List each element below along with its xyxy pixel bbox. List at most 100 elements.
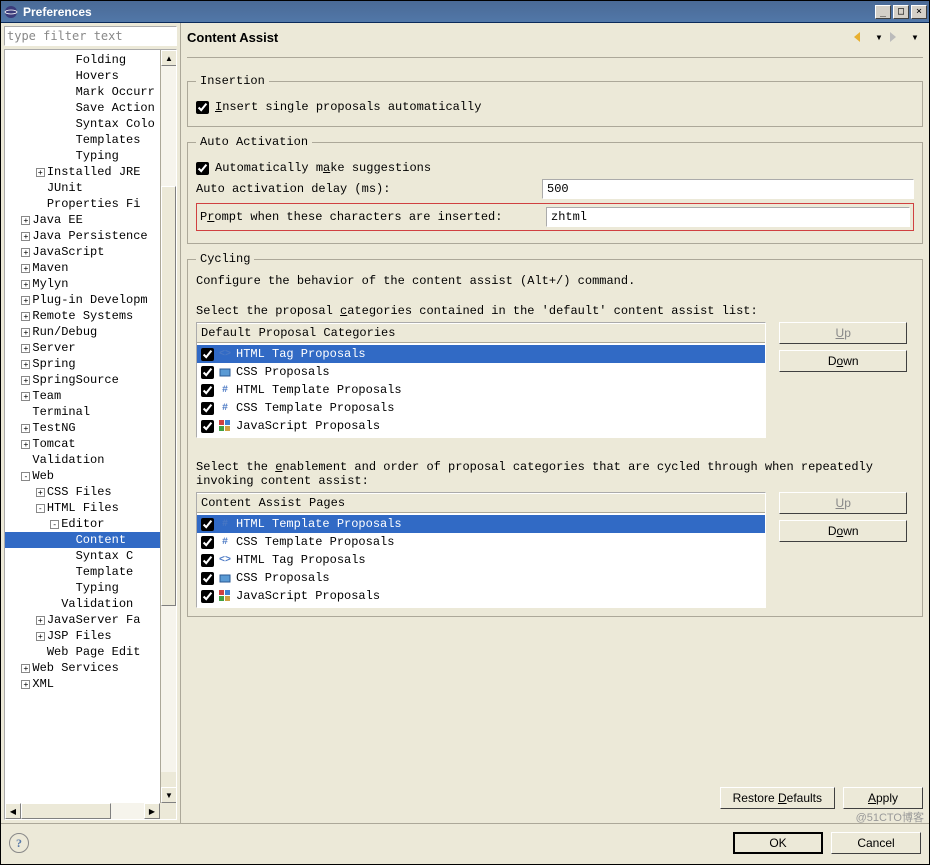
expand-icon[interactable]: + — [21, 216, 30, 225]
help-icon[interactable]: ? — [9, 833, 29, 853]
tree-node[interactable]: +Java EE — [5, 212, 160, 228]
filter-input[interactable] — [4, 26, 177, 46]
list-checkbox[interactable] — [201, 536, 214, 549]
up-button-2[interactable]: Up — [779, 492, 907, 514]
list-item[interactable]: #CSS Template Proposals — [197, 533, 765, 551]
delay-input[interactable] — [542, 179, 914, 199]
tree-node[interactable]: Terminal — [5, 404, 160, 420]
down-button-2[interactable]: Down — [779, 520, 907, 542]
list-item[interactable]: #HTML Template Proposals — [197, 381, 765, 399]
list-checkbox[interactable] — [201, 402, 214, 415]
list-checkbox[interactable] — [201, 348, 214, 361]
content-assist-pages-list[interactable]: Content Assist Pages #HTML Template Prop… — [196, 492, 766, 608]
up-button-1[interactable]: Up — [779, 322, 907, 344]
list-item[interactable]: CSS Proposals — [197, 569, 765, 587]
tree-node[interactable]: +Server — [5, 340, 160, 356]
auto-suggest-checkbox[interactable] — [196, 162, 209, 175]
tree-node[interactable]: +JSP Files — [5, 628, 160, 644]
tree-node[interactable]: +Spring — [5, 356, 160, 372]
tree-node[interactable]: Syntax C — [5, 548, 160, 564]
scroll-left-icon[interactable]: ◀ — [5, 803, 21, 819]
list-item[interactable]: <>HTML Tag Proposals — [197, 551, 765, 569]
expand-icon[interactable]: + — [21, 328, 30, 337]
expand-icon[interactable]: + — [21, 248, 30, 257]
tree-node[interactable]: +Run/Debug — [5, 324, 160, 340]
tree-node[interactable]: Content — [5, 532, 160, 548]
expand-icon[interactable]: + — [21, 680, 30, 689]
expand-icon[interactable]: + — [21, 376, 30, 385]
expand-icon[interactable]: + — [21, 296, 30, 305]
expand-icon[interactable]: + — [21, 280, 30, 289]
prompt-input[interactable] — [546, 207, 910, 227]
tree-node[interactable]: +Installed JRE — [5, 164, 160, 180]
tree-node[interactable]: JUnit — [5, 180, 160, 196]
vertical-scrollbar[interactable]: ▲ ▼ — [160, 50, 176, 803]
tree-node[interactable]: +Java Persistence — [5, 228, 160, 244]
list-checkbox[interactable] — [201, 366, 214, 379]
list-item[interactable]: CSS Proposals — [197, 363, 765, 381]
expand-icon[interactable]: + — [21, 440, 30, 449]
tree-node[interactable]: Templates — [5, 132, 160, 148]
restore-defaults-button[interactable]: Restore Defaults — [720, 787, 835, 809]
list-item[interactable]: #CSS Template Proposals — [197, 399, 765, 417]
list-checkbox[interactable] — [201, 384, 214, 397]
expand-icon[interactable]: + — [21, 344, 30, 353]
tree-node[interactable]: +CSS Files — [5, 484, 160, 500]
expand-icon[interactable]: + — [21, 664, 30, 673]
expand-icon[interactable]: + — [36, 168, 45, 177]
list-checkbox[interactable] — [201, 590, 214, 603]
scroll-up-icon[interactable]: ▲ — [161, 50, 177, 66]
forward-arrow-icon[interactable] — [889, 29, 905, 45]
tree-node[interactable]: Typing — [5, 148, 160, 164]
list-checkbox[interactable] — [201, 554, 214, 567]
back-menu-icon[interactable]: ▾ — [871, 29, 887, 45]
tree-node[interactable]: +Remote Systems — [5, 308, 160, 324]
tree-node[interactable]: +JavaScript — [5, 244, 160, 260]
tree-node[interactable]: +Maven — [5, 260, 160, 276]
expand-icon[interactable]: + — [36, 488, 45, 497]
list-item[interactable]: <>HTML Tag Proposals — [197, 345, 765, 363]
expand-icon[interactable]: + — [36, 616, 45, 625]
back-arrow-icon[interactable] — [853, 29, 869, 45]
list-checkbox[interactable] — [201, 572, 214, 585]
scroll-down-icon[interactable]: ▼ — [161, 787, 177, 803]
expand-icon[interactable]: + — [21, 424, 30, 433]
expand-icon[interactable]: - — [50, 520, 59, 529]
tree-node[interactable]: +TestNG — [5, 420, 160, 436]
tree-node[interactable]: Web Page Edit — [5, 644, 160, 660]
list-item[interactable]: #HTML Template Proposals — [197, 515, 765, 533]
tree-node[interactable]: Properties Fi — [5, 196, 160, 212]
expand-icon[interactable]: + — [21, 312, 30, 321]
expand-icon[interactable]: - — [21, 472, 30, 481]
expand-icon[interactable]: - — [36, 504, 45, 513]
tree-node[interactable]: +SpringSource — [5, 372, 160, 388]
tree-node[interactable]: -Web — [5, 468, 160, 484]
scroll-right-icon[interactable]: ▶ — [144, 803, 160, 819]
expand-icon[interactable]: + — [21, 392, 30, 401]
cancel-button[interactable]: Cancel — [831, 832, 921, 854]
list-item[interactable]: JavaScript Proposals — [197, 417, 765, 435]
tree-node[interactable]: Template — [5, 564, 160, 580]
list-item[interactable]: JavaScript Proposals — [197, 587, 765, 605]
tree-node[interactable]: +Mylyn — [5, 276, 160, 292]
maximize-button[interactable]: □ — [893, 5, 909, 19]
tree-node[interactable]: Folding — [5, 52, 160, 68]
tree-node[interactable]: Syntax Colo — [5, 116, 160, 132]
horizontal-scrollbar[interactable]: ◀ ▶ — [5, 803, 160, 819]
list-checkbox[interactable] — [201, 518, 214, 531]
preferences-tree[interactable]: Folding Hovers Mark Occurr Save Action S… — [5, 50, 160, 803]
tree-node[interactable]: +Web Services — [5, 660, 160, 676]
tree-node[interactable]: +Tomcat — [5, 436, 160, 452]
tree-node[interactable]: +XML — [5, 676, 160, 692]
down-button-1[interactable]: Down — [779, 350, 907, 372]
apply-button[interactable]: Apply — [843, 787, 923, 809]
expand-icon[interactable]: + — [36, 632, 45, 641]
close-button[interactable]: × — [911, 5, 927, 19]
tree-node[interactable]: Typing — [5, 580, 160, 596]
ok-button[interactable]: OK — [733, 832, 823, 854]
tree-node[interactable]: +JavaServer Fa — [5, 612, 160, 628]
expand-icon[interactable]: + — [21, 360, 30, 369]
expand-icon[interactable]: + — [21, 264, 30, 273]
tree-node[interactable]: Hovers — [5, 68, 160, 84]
forward-menu-icon[interactable]: ▾ — [907, 29, 923, 45]
